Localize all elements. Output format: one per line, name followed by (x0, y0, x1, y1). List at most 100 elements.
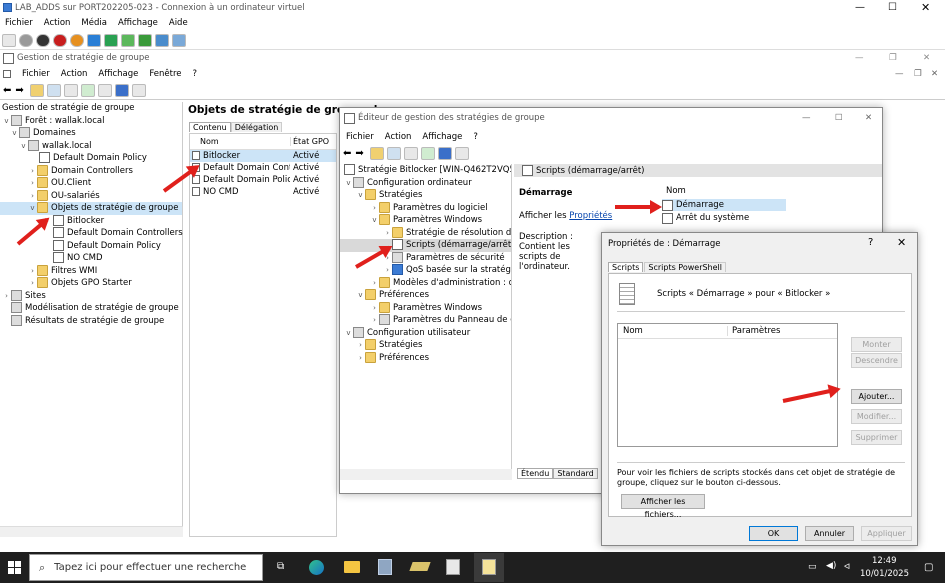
expand-icon[interactable]: › (370, 314, 379, 327)
start-icon[interactable] (19, 33, 33, 47)
delete-icon[interactable] (63, 83, 78, 97)
tree-gpo-bitlocker[interactable]: Bitlocker (0, 214, 182, 228)
share-icon[interactable] (172, 33, 186, 47)
gpo-list-row[interactable]: Bitlocker Activé (190, 150, 336, 162)
clock-time[interactable]: 12:49 (872, 556, 897, 566)
collapse-icon[interactable]: v (356, 189, 365, 202)
vm-close-button[interactable]: ✕ (921, 1, 930, 14)
editor-forward-icon[interactable]: ➡ (355, 148, 363, 159)
refresh-icon[interactable] (80, 83, 95, 97)
up-folder-icon[interactable] (29, 83, 44, 97)
etree-policy[interactable]: Stratégie Bitlocker [WIN-Q462T2VQ5A3.WA (340, 164, 511, 177)
etree-scripts[interactable]: Scripts (démarrage/arrêt) (340, 239, 511, 252)
scripts-col-params[interactable]: Paramètres (727, 326, 780, 336)
stop-icon[interactable] (36, 33, 50, 47)
show-files-button[interactable]: Afficher les fichiers... (621, 494, 705, 519)
etree-pref-panel[interactable]: ›Paramètres du Panneau de con (340, 314, 511, 327)
tree-gpo-ddp[interactable]: Default Domain Policy (0, 239, 182, 253)
collapse-icon[interactable]: v (19, 140, 28, 153)
collapse-icon[interactable]: v (356, 289, 365, 302)
reset-icon[interactable] (104, 33, 118, 47)
tree-starter[interactable]: › Objets GPO Starter (0, 277, 182, 290)
editor-view-icon[interactable] (454, 146, 469, 160)
vm-minimize-button[interactable]: — (855, 2, 865, 13)
expand-icon[interactable]: › (2, 290, 11, 303)
etree-pref-windows[interactable]: › Paramètres Windows (340, 301, 511, 315)
checkpoint-icon[interactable] (121, 33, 135, 47)
scripts-list[interactable]: Nom Paramètres (617, 323, 838, 447)
notifications-icon[interactable]: ▢ (924, 562, 933, 573)
expand-icon[interactable]: › (370, 277, 379, 290)
tree-gpo-nocmd[interactable]: NO CMD (0, 252, 182, 265)
volume-icon[interactable]: ◀) (826, 561, 836, 571)
gpmc-maximize-button[interactable]: ❐ (889, 53, 897, 63)
tree-root[interactable]: Gestion de stratégie de groupe (0, 102, 182, 115)
etree-preferences[interactable]: v Préférences (340, 289, 511, 302)
editor-menu-affichage[interactable]: Affichage (422, 132, 462, 142)
etree-name-resolution[interactable]: ›Stratégie de résolution de n (340, 226, 511, 240)
revert-icon[interactable] (138, 33, 152, 47)
taskbar-search[interactable]: ⌕ Tapez ici pour effectuer une recherche (29, 554, 263, 581)
editor-close-button[interactable]: ✕ (865, 113, 872, 123)
editor-col-nom[interactable]: Nom (666, 186, 686, 196)
expand-icon[interactable]: › (28, 165, 37, 178)
tree-forest[interactable]: v Forêt : wallak.local (0, 114, 182, 128)
col-etat[interactable]: État GPO (290, 137, 329, 146)
vm-menu-action[interactable]: Action (44, 18, 71, 28)
tree-results[interactable]: Résultats de stratégie de groupe (0, 314, 182, 328)
help-icon[interactable] (114, 83, 129, 97)
editor-menu-help[interactable]: ? (473, 132, 478, 142)
properties-icon[interactable] (131, 83, 146, 97)
gpo-list-row[interactable]: Default Domain Control...Activé (190, 162, 336, 174)
editor-tree-hscroll[interactable] (340, 469, 512, 480)
ok-button[interactable]: OK (749, 526, 798, 541)
vm-menu-media[interactable]: Média (81, 18, 107, 28)
apply-button[interactable]: Appliquer (861, 526, 912, 541)
etree-windows-settings[interactable]: v Paramètres Windows (340, 214, 511, 227)
move-down-button[interactable]: Descendre (851, 353, 902, 368)
vm-menu-fichier[interactable]: Fichier (5, 18, 33, 28)
expand-icon[interactable]: › (356, 352, 365, 365)
etree-user-strategies[interactable]: › Stratégies (340, 339, 511, 352)
expand-icon[interactable]: › (383, 264, 392, 277)
gpmc-close-button[interactable]: ✕ (923, 53, 930, 63)
edge-icon[interactable] (309, 560, 324, 575)
task-view-icon[interactable]: ⧉ (277, 561, 284, 572)
collapse-icon[interactable]: v (344, 327, 353, 340)
tree-domain-controllers[interactable]: › Domain Controllers (0, 164, 182, 178)
editor-back-icon[interactable]: ⬅ (343, 148, 351, 159)
etree-user-config[interactable]: v Configuration utilisateur (340, 326, 511, 340)
editor-tree-icon[interactable] (386, 146, 401, 160)
power-icon[interactable] (70, 33, 84, 47)
tree-domain[interactable]: v wallak.local (0, 139, 182, 153)
editor-export-icon[interactable] (420, 146, 435, 160)
cancel-button[interactable]: Annuler (805, 526, 854, 541)
editor-properties-icon[interactable] (403, 146, 418, 160)
gpmc-inner-restore[interactable]: ❐ (914, 69, 922, 79)
vm-menu-aide[interactable]: Aide (169, 18, 188, 28)
server-manager-icon[interactable] (378, 559, 392, 575)
editor-up-icon[interactable] (369, 146, 384, 160)
mmc-icon[interactable] (446, 559, 460, 575)
expand-icon[interactable]: › (370, 202, 379, 215)
tree-wmi[interactable]: › Filtres WMI (0, 264, 182, 278)
pause-icon[interactable] (87, 33, 101, 47)
editor-item-shutdown[interactable]: Arrêt du système (662, 212, 749, 224)
tab-contenu[interactable]: Contenu (189, 122, 231, 132)
clock-date[interactable]: 10/01/2025 (860, 569, 909, 579)
editor-menu-action[interactable]: Action (385, 132, 412, 142)
tree-modeling[interactable]: Modélisation de stratégie de groupe (0, 302, 182, 315)
explorer-icon[interactable] (344, 561, 360, 573)
properties-link[interactable]: Propriétés (569, 211, 612, 221)
ad-users-icon[interactable] (409, 562, 431, 571)
shutdown-icon[interactable] (53, 33, 67, 47)
editor-minimize-button[interactable]: — (802, 113, 811, 123)
tab-etendu[interactable]: Étendu (517, 468, 554, 479)
collapse-icon[interactable]: v (28, 202, 37, 215)
gpmc-menu-fichier[interactable]: Fichier (22, 69, 50, 79)
remove-script-button[interactable]: Supprimer (851, 430, 902, 445)
etree-user-preferences[interactable]: › Préférences (340, 351, 511, 365)
collapse-icon[interactable]: v (10, 127, 19, 140)
expand-icon[interactable]: › (28, 265, 37, 278)
etree-computer-config[interactable]: v Configuration ordinateur (340, 176, 511, 190)
